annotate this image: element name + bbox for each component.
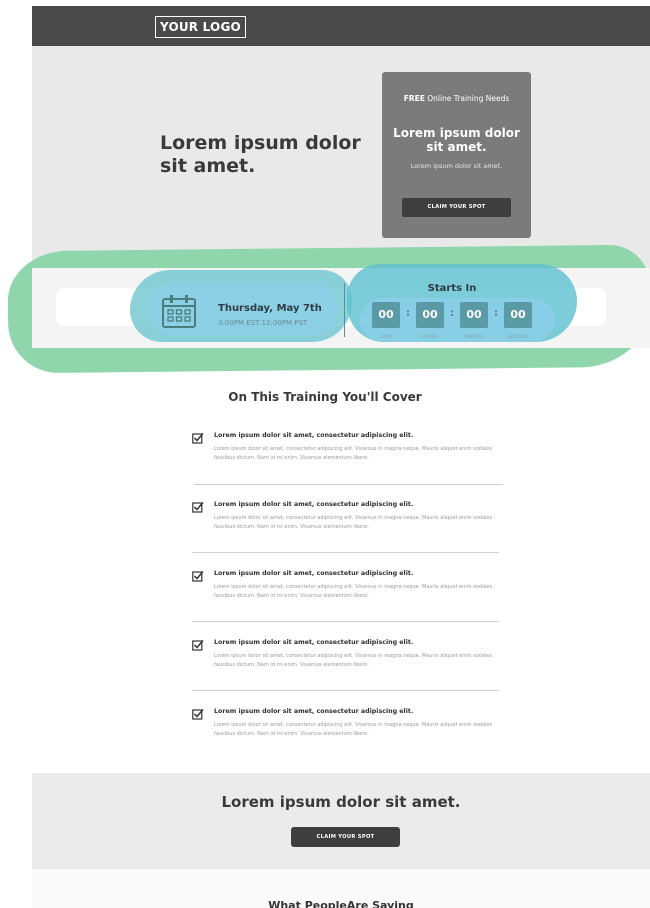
testimonials-title: What PeopleAre Saying	[268, 899, 414, 908]
claim-spot-button[interactable]: CLAIM YOUR SPOT	[291, 827, 400, 847]
starts-in-label: Starts In	[427, 283, 477, 294]
list-divider	[192, 621, 499, 622]
event-time: 3:00PM EST 12:00PM PST	[218, 319, 308, 327]
list-item-description: Lorem ipsum dolor sit amet, consectetur …	[214, 515, 493, 530]
signup-card: FREE Online Training Needs Lorem ipsum d…	[382, 72, 531, 238]
countdown-minutes-label: MINUTES	[464, 334, 484, 339]
logo[interactable]: YOUR LOGO	[155, 16, 246, 38]
countdown-seconds-label: SECONDS	[507, 334, 529, 339]
checkbox-checked-icon	[192, 709, 204, 720]
countdown-days: 00	[372, 302, 400, 328]
list-divider	[192, 690, 499, 691]
list-item-title: Lorem ipsum dolor sit amet, consectetur …	[214, 570, 414, 577]
countdown-days-label: DAYS	[380, 334, 392, 339]
list-item-description: Lorem ipsum dolor sit amet, consectetur …	[214, 584, 493, 599]
countdown-hours-label: HOURS	[422, 334, 438, 339]
claim-spot-button[interactable]: CLAIM YOUR SPOT	[402, 198, 511, 217]
testimonials-section: What PeopleAre Saying	[32, 869, 650, 908]
card-kicker-rest: Online Training Needs	[424, 94, 510, 103]
card-kicker: FREE Online Training Needs	[382, 94, 531, 103]
countdown-separator: :	[450, 308, 454, 319]
countdown-minutes: 00	[460, 302, 488, 328]
list-divider	[192, 552, 499, 553]
list-item-description: Lorem ipsum dolor sit amet, consectetur …	[214, 446, 493, 461]
site-header: YOUR LOGO	[32, 6, 650, 46]
countdown-hours: 00	[416, 302, 444, 328]
cta-section: Lorem ipsum dolor sit amet. CLAIM YOUR S…	[32, 773, 650, 869]
event-divider	[344, 283, 345, 337]
list-item-description: Lorem ipsum dolor sit amet, consectetur …	[214, 653, 493, 668]
list-divider	[194, 484, 503, 485]
list-item-title: Lorem ipsum dolor sit amet, consectetur …	[214, 432, 414, 439]
countdown-separator: :	[406, 308, 410, 319]
checkbox-checked-icon	[192, 433, 204, 444]
cover-section-title: On This Training You'll Cover	[228, 390, 422, 404]
calendar-icon	[162, 295, 196, 328]
cta-title: Lorem ipsum dolor sit amet.	[221, 793, 461, 811]
list-item-title: Lorem ipsum dolor sit amet, consectetur …	[214, 708, 414, 715]
card-subtitle: Lorem ipsum dolor sit amet.	[410, 162, 503, 170]
checkbox-checked-icon	[192, 502, 204, 513]
list-item-title: Lorem ipsum dolor sit amet, consectetur …	[214, 639, 414, 646]
countdown-separator: :	[494, 308, 498, 319]
checkbox-checked-icon	[192, 571, 204, 582]
hero-title: Lorem ipsum dolor sit amet.	[160, 132, 361, 177]
list-item-title: Lorem ipsum dolor sit amet, consectetur …	[214, 501, 414, 508]
card-title: Lorem ipsum dolor sit amet.	[393, 126, 520, 154]
list-item-description: Lorem ipsum dolor sit amet, consectetur …	[214, 722, 493, 737]
checkbox-checked-icon	[192, 640, 204, 651]
event-date: Thursday, May 7th	[218, 303, 322, 314]
countdown-seconds: 00	[504, 302, 532, 328]
hero-section: Lorem ipsum dolor sit amet. FREE Online …	[32, 46, 650, 272]
card-kicker-bold: FREE	[403, 94, 425, 103]
